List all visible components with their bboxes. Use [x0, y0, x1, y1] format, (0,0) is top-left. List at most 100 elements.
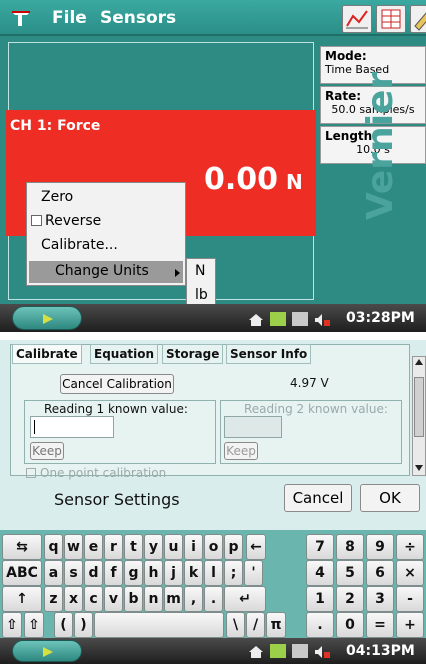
key-num1-2[interactable]: 9: [366, 534, 394, 560]
key-num3-3[interactable]: -: [396, 586, 424, 612]
key-row3-4[interactable]: b: [124, 586, 143, 612]
key-row2-3[interactable]: f: [104, 560, 123, 586]
key-row3-6[interactable]: m: [164, 586, 183, 612]
menu-sensors[interactable]: Sensors: [100, 8, 176, 28]
caps-lock-key-2[interactable]: ⇧: [24, 612, 44, 638]
key-num1-1[interactable]: 8: [336, 534, 364, 560]
key-row2-10[interactable]: ': [244, 560, 263, 586]
key-num3-1[interactable]: 2: [336, 586, 364, 612]
backspace-key[interactable]: ←: [246, 534, 266, 560]
key-row3-7[interactable]: ,: [184, 586, 203, 612]
key-row3-2[interactable]: c: [84, 586, 103, 612]
tab-key[interactable]: ⇆: [2, 534, 42, 560]
home-icon[interactable]: [248, 312, 264, 326]
shift-key[interactable]: ↑: [2, 586, 42, 612]
key-num4-0[interactable]: .: [306, 612, 334, 638]
cancel-calibration-button[interactable]: Cancel Calibration: [60, 374, 174, 394]
graph-view-button[interactable]: [342, 5, 372, 33]
key-row3-1[interactable]: x: [64, 586, 83, 612]
scrollbar[interactable]: [412, 356, 426, 476]
volume-mute-icon[interactable]: [314, 644, 330, 658]
keep1-button[interactable]: Keep: [30, 442, 64, 460]
screen-2: Calibrate Equation Storage Sensor Info C…: [0, 340, 426, 664]
scroll-up-arrow-icon[interactable]: [415, 359, 423, 365]
key-num2-1[interactable]: 5: [336, 560, 364, 586]
home-icon[interactable]: [248, 644, 264, 658]
play-icon: [43, 647, 53, 657]
key-u[interactable]: u: [164, 534, 183, 560]
app-logo-icon[interactable]: [10, 8, 32, 28]
notes-view-button[interactable]: [410, 5, 426, 33]
key-row3-8[interactable]: .: [204, 586, 223, 612]
collect-button-2[interactable]: [12, 640, 82, 662]
key-r[interactable]: r: [104, 534, 123, 560]
key-row3-3[interactable]: v: [104, 586, 123, 612]
key-row2-4[interactable]: g: [124, 560, 143, 586]
key-num4-1[interactable]: 0: [336, 612, 364, 638]
calculator-icon[interactable]: [270, 312, 286, 326]
key-paren-open[interactable]: (: [54, 612, 73, 638]
enter-key[interactable]: ↵: [224, 586, 266, 612]
keyboard-icon[interactable]: [292, 312, 308, 326]
key-row2-8[interactable]: l: [204, 560, 223, 586]
key-row3-5[interactable]: n: [144, 586, 163, 612]
key-num2-0[interactable]: 4: [306, 560, 334, 586]
ok-button[interactable]: OK: [360, 484, 420, 512]
key-pi[interactable]: π: [266, 612, 286, 638]
reverse-checkbox[interactable]: [31, 215, 42, 226]
key-num2-2[interactable]: 6: [366, 560, 394, 586]
key-row3-0[interactable]: z: [44, 586, 63, 612]
key-row2-5[interactable]: h: [144, 560, 163, 586]
tab-calibrate[interactable]: Calibrate: [12, 344, 82, 364]
menu-item-change-units[interactable]: Change Units: [55, 263, 149, 279]
key-slash[interactable]: /: [246, 612, 265, 638]
key-num4-3[interactable]: +: [396, 612, 424, 638]
tab-equation[interactable]: Equation: [90, 344, 159, 364]
reading1-input[interactable]: [30, 416, 114, 438]
key-num4-2[interactable]: =: [366, 612, 394, 638]
caps-lock-key[interactable]: ⇧: [2, 612, 22, 638]
scroll-thumb[interactable]: [414, 377, 424, 437]
key-q[interactable]: q: [44, 534, 63, 560]
calculator-icon[interactable]: [270, 644, 286, 658]
key-w[interactable]: w: [64, 534, 83, 560]
menu-file[interactable]: File: [52, 8, 87, 28]
tab-storage[interactable]: Storage: [162, 344, 224, 364]
key-t[interactable]: t: [124, 534, 143, 560]
key-row2-0[interactable]: a: [44, 560, 63, 586]
key-row2-1[interactable]: s: [64, 560, 83, 586]
key-row2-9[interactable]: ;: [224, 560, 243, 586]
one-point-checkbox[interactable]: [26, 468, 36, 478]
collect-button[interactable]: [12, 306, 82, 330]
brand-watermark: Vernier: [360, 71, 401, 220]
key-num3-0[interactable]: 1: [306, 586, 334, 612]
key-num1-3[interactable]: ÷: [396, 534, 424, 560]
menu-item-calibrate[interactable]: Calibrate...: [41, 237, 118, 253]
key-row2-6[interactable]: j: [164, 560, 183, 586]
tab-sensor-info[interactable]: Sensor Info: [226, 344, 312, 364]
key-num2-3[interactable]: ×: [396, 560, 424, 586]
key-paren-close[interactable]: ): [74, 612, 93, 638]
key-backslash[interactable]: \: [226, 612, 245, 638]
volume-mute-icon[interactable]: [314, 312, 330, 326]
key-p[interactable]: p: [224, 534, 243, 560]
keyboard-icon[interactable]: [292, 644, 308, 658]
key-row2-2[interactable]: d: [84, 560, 103, 586]
menu-item-reverse[interactable]: Reverse: [45, 213, 101, 229]
pencil-icon: [414, 12, 426, 31]
key-y[interactable]: y: [144, 534, 163, 560]
cancel-button[interactable]: Cancel: [284, 484, 352, 512]
key-num1-0[interactable]: 7: [306, 534, 334, 560]
key-o[interactable]: o: [204, 534, 223, 560]
scroll-down-arrow-icon[interactable]: [415, 465, 423, 471]
key-i[interactable]: i: [184, 534, 203, 560]
key-num3-2[interactable]: 3: [366, 586, 394, 612]
key-e[interactable]: e: [84, 534, 103, 560]
key-row2-7[interactable]: k: [184, 560, 203, 586]
menu-item-zero[interactable]: Zero: [41, 189, 73, 205]
unit-option-n[interactable]: N: [195, 263, 205, 279]
space-key[interactable]: [94, 612, 224, 638]
abc-key[interactable]: ABC: [2, 560, 42, 586]
unit-option-lb[interactable]: lb: [195, 287, 208, 303]
table-view-button[interactable]: [376, 5, 406, 33]
